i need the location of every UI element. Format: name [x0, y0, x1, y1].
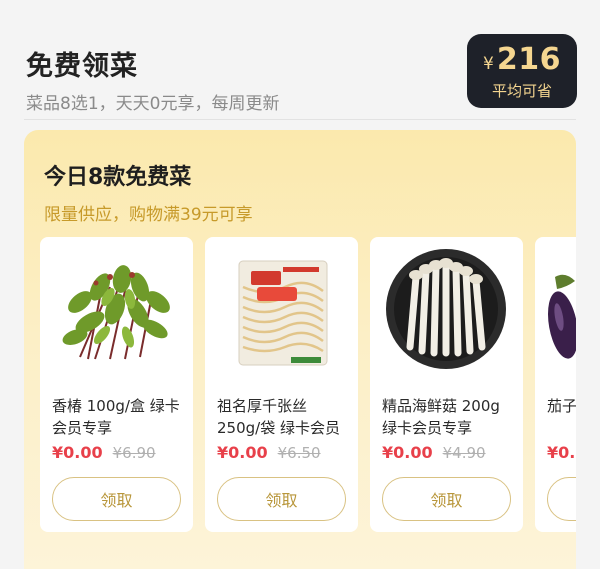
tofu-skin-package-image — [205, 247, 358, 377]
product-price: ¥0.00 — [382, 443, 433, 462]
product-carousel[interactable]: 香椿 100g/盒 绿卡会员专享 ¥0.00 ¥6.90 领取 祖名厚千张丝 2… — [40, 237, 576, 532]
savings-badge: ¥ 216 平均可省 — [467, 34, 577, 108]
page-title: 免费领菜 — [26, 51, 138, 82]
free-vegetables-panel: 今日8款免费菜 限量供应，购物满39元可享 香椿 100g/盒 绿卡会员专享 ¥… — [24, 130, 576, 569]
claim-button[interactable]: 领取 — [382, 477, 511, 521]
claim-button[interactable]: 领取 — [547, 477, 576, 521]
claim-button[interactable]: 领取 — [217, 477, 346, 521]
product-card-mushroom[interactable]: 精品海鲜菇 200g 绿卡会员专享 ¥0.00 ¥4.90 领取 — [370, 237, 523, 532]
price-row: ¥0. — [547, 443, 575, 462]
savings-amount-row: ¥ 216 — [483, 42, 561, 77]
product-name: 祖名厚千张丝 250g/袋 绿卡会员专享 — [217, 397, 340, 437]
product-original-price: ¥4.90 — [442, 444, 486, 462]
product-original-price: ¥6.90 — [112, 444, 156, 462]
product-original-price: ¥6.50 — [277, 444, 321, 462]
savings-label: 平均可省 — [491, 81, 552, 100]
panel-title: 今日8款免费菜 — [44, 165, 192, 190]
header-divider — [24, 119, 576, 120]
seafood-mushroom-image — [370, 247, 523, 377]
price-row: ¥0.00 ¥4.90 — [382, 443, 486, 462]
product-name: 精品海鲜菇 200g 绿卡会员专享 — [382, 397, 500, 437]
price-row: ¥0.00 ¥6.90 — [52, 443, 156, 462]
product-card-tofu-skin[interactable]: 祖名厚千张丝 250g/袋 绿卡会员专享 ¥0.00 ¥6.50 领取 — [205, 237, 358, 532]
page-subtitle: 菜品8选1，天天0元享，每周更新 — [26, 94, 280, 114]
product-card-eggplant[interactable]: 茄子 550 ¥0. 领取 — [535, 237, 576, 532]
savings-currency: ¥ — [483, 53, 494, 74]
product-name: 香椿 100g/盒 绿卡会员专享 — [52, 397, 180, 437]
product-card-toona[interactable]: 香椿 100g/盒 绿卡会员专享 ¥0.00 ¥6.90 领取 — [40, 237, 193, 532]
price-row: ¥0.00 ¥6.50 — [217, 443, 321, 462]
panel-subtitle: 限量供应，购物满39元可享 — [44, 205, 253, 225]
product-name: 茄子 550 — [547, 397, 576, 415]
product-price: ¥0. — [547, 443, 576, 462]
product-price: ¥0.00 — [52, 443, 103, 462]
savings-amount: 216 — [496, 41, 561, 77]
toona-sprouts-image — [40, 247, 193, 377]
product-price: ¥0.00 — [217, 443, 268, 462]
claim-button[interactable]: 领取 — [52, 477, 181, 521]
page-header: 免费领菜 菜品8选1，天天0元享，每周更新 ¥ 216 平均可省 — [0, 0, 600, 120]
eggplant-image — [535, 247, 576, 377]
